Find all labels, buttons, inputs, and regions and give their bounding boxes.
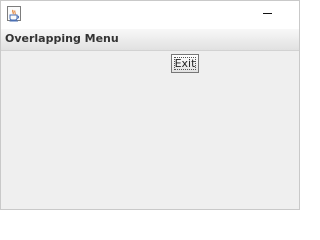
minimize-button[interactable] (257, 5, 279, 23)
title-bar[interactable] (1, 1, 299, 29)
exit-button[interactable]: Exit (171, 54, 199, 73)
exit-button-label: Exit (174, 57, 196, 70)
application-window: Overlapping Menu Exit (0, 0, 300, 210)
content-pane: Exit (1, 51, 299, 209)
menu-bar: Overlapping Menu (1, 29, 299, 51)
minimize-icon (263, 13, 272, 14)
menu-overlapping[interactable]: Overlapping Menu (5, 31, 119, 47)
java-coffee-cup-icon (7, 6, 21, 22)
